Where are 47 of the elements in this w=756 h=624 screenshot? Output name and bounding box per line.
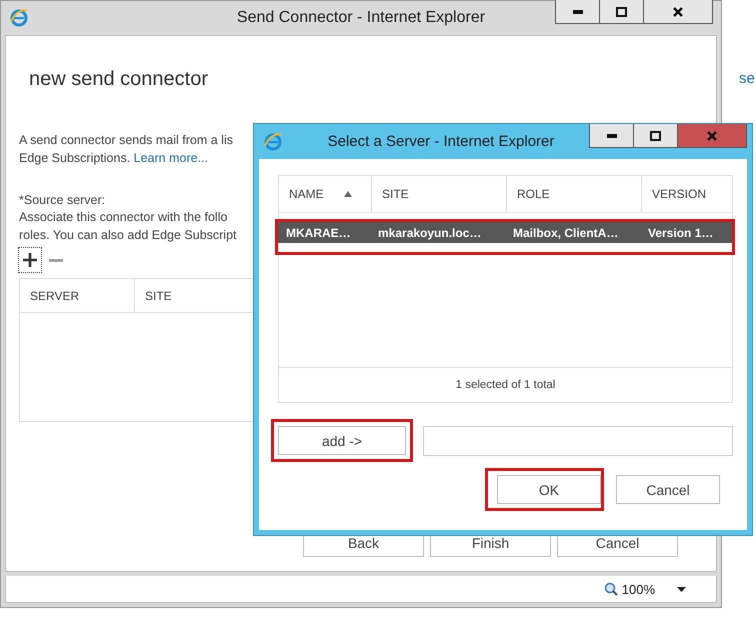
field-label: *Source server: [19,193,106,207]
column-header[interactable]: VERSION [641,176,732,212]
table-cell-text: Version 1… [647,226,714,240]
column-header[interactable]: ROLE [506,176,641,212]
column-label: VERSION [652,187,706,201]
zoom-level[interactable]: 100% [622,582,655,596]
column-label: NAME [289,187,324,201]
caret-icon[interactable] [677,586,686,592]
selection-count: 1 selected of 1 total [279,367,732,402]
table-cell-text: MKARAE… [285,226,352,240]
maximize-icon [650,130,661,140]
minimize-button[interactable] [555,0,600,24]
minimize-icon [572,10,582,14]
selected-servers-field[interactable] [423,426,733,456]
minus-icon [48,258,64,262]
close-icon [707,130,717,140]
table-cell-text: mkarakoyun.loc… [377,226,482,240]
column-header[interactable]: SERVER [20,279,134,312]
table-cell-text: Mailbox, ClientA… [512,226,620,240]
add-button[interactable] [19,248,41,272]
column-header[interactable]: NAME [279,176,371,212]
dialog-button[interactable]: Cancel [616,475,720,504]
minimize-icon [606,134,616,138]
maximize-button[interactable] [599,0,644,24]
help-text: Associate this connector with the follo roles. You can also add Edge Subscript [19,209,237,244]
column-header[interactable]: SITE [134,279,249,312]
plus-icon [22,252,38,268]
close-icon [673,6,683,16]
column-label: ROLE [517,187,550,201]
close-button[interactable] [643,0,713,24]
zoom-icon [604,582,618,596]
window-title: Send Connector - Internet Explorer [236,9,486,27]
link-text[interactable]: se [739,70,755,87]
learn-more-link[interactable]: Learn more... [134,151,208,165]
maximize-button[interactable] [633,124,678,148]
maximize-icon [616,6,627,16]
add-button[interactable]: add -> [278,426,406,455]
dialog-button[interactable]: OK [497,475,601,504]
minimize-button[interactable] [589,124,634,148]
description-text: A send connector sends mail from a lis Edge Subscriptions. Learn more... [19,132,233,167]
page-heading: new send connector [29,68,208,91]
column-header[interactable]: SITE [371,176,506,212]
window-title: Select a Server - Internet Explorer [326,133,556,150]
column-label: SITE [382,187,409,201]
table-row[interactable]: MKARAE… mkarakoyun.loc… Mailbox, ClientA… Version 1… [278,222,732,243]
browser-icon [263,132,283,152]
browser-icon [9,8,29,28]
